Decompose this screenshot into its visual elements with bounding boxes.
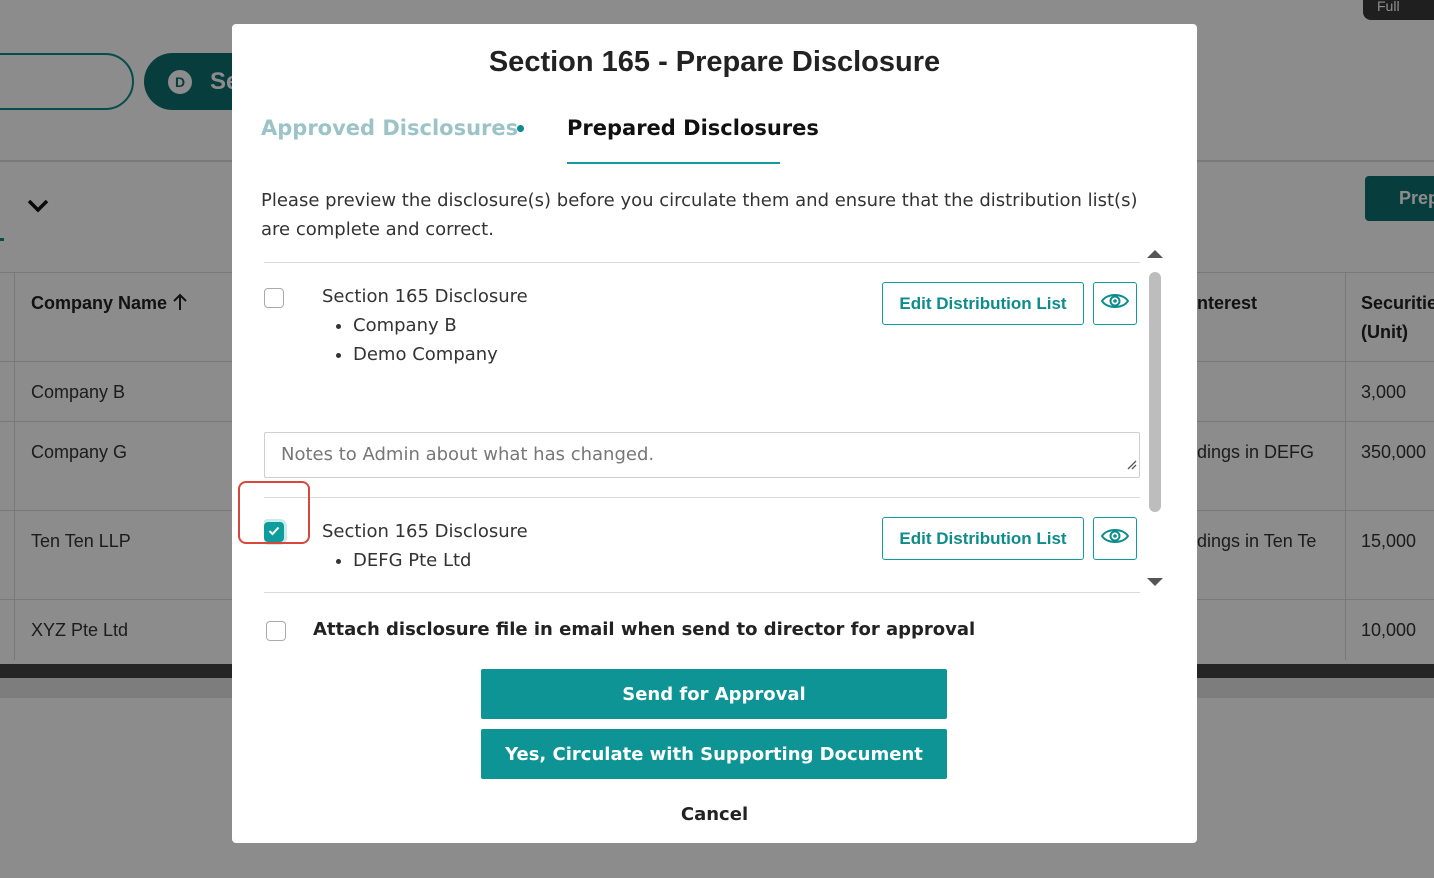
divider [264,497,1140,498]
intro-text: Please preview the disclosure(s) before … [261,190,1138,240]
divider [264,592,1140,593]
eye-icon [1100,526,1130,551]
edit-distribution-list-button[interactable]: Edit Distribution List [882,517,1084,560]
tab-approved-disclosures[interactable]: Approved Disclosures [261,116,518,140]
disclosure-title: Section 165 Disclosure [322,521,528,542]
circulate-button[interactable]: Yes, Circulate with Supporting Document [481,729,947,779]
list-item: Company B [353,311,498,340]
tab-prepared-disclosures[interactable]: Prepared Disclosures [567,116,819,140]
edit-distribution-list-button[interactable]: Edit Distribution List [882,282,1084,325]
tab-separator-dot [517,125,524,132]
preview-button[interactable] [1093,282,1137,325]
divider [264,262,1140,263]
scroll-up-arrow-icon[interactable] [1147,250,1163,258]
active-tab-indicator [567,162,780,164]
attach-file-checkbox[interactable] [266,621,286,641]
disclosure-checkbox[interactable] [264,288,284,308]
send-for-approval-button[interactable]: Send for Approval [481,669,947,719]
disclosure-list[interactable]: Section 165 Disclosure Company B Demo Co… [264,262,1168,596]
list-item: Demo Company [353,340,498,369]
list-item: DEFG Pte Ltd [353,546,471,575]
notes-placeholder: Notes to Admin about what has changed. [281,444,655,465]
cancel-button[interactable]: Cancel [232,804,1197,825]
scrollbar-thumb[interactable] [1149,272,1161,512]
preview-button[interactable] [1093,517,1137,560]
prepare-disclosure-modal: Section 165 - Prepare Disclosure Approve… [232,24,1197,843]
eye-icon [1100,291,1130,316]
checkbox-highlight [238,481,310,544]
resize-handle-icon[interactable] [1125,454,1137,475]
disclosure-company-list: Company B Demo Company [353,311,498,369]
disclosure-company-list: DEFG Pte Ltd [353,546,471,575]
modal-title: Section 165 - Prepare Disclosure [488,46,941,78]
disclosure-title: Section 165 Disclosure [322,286,528,307]
scroll-down-arrow-icon[interactable] [1147,578,1163,586]
attach-file-label: Attach disclosure file in email when sen… [313,619,976,640]
notes-to-admin-input[interactable]: Notes to Admin about what has changed. [264,432,1140,478]
